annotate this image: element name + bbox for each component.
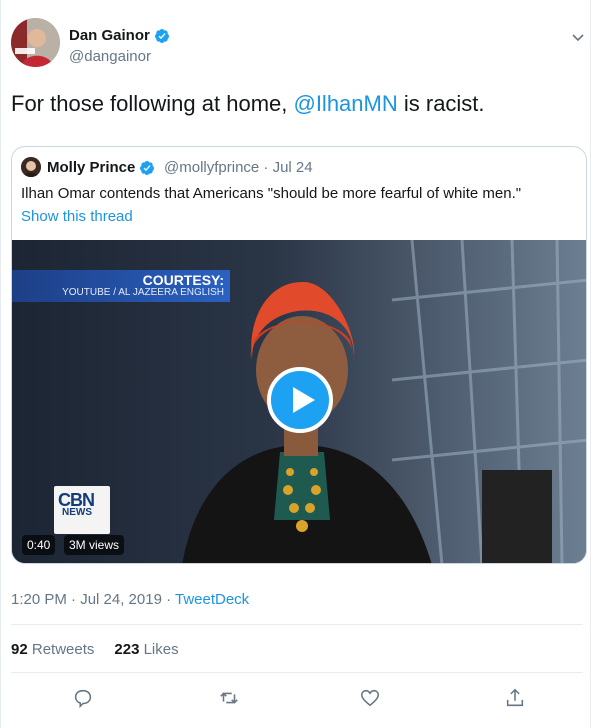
retweets-label: Retweets	[31, 641, 95, 658]
quoted-handle-date[interactable]: @mollyfprince · Jul 24	[164, 159, 313, 176]
verified-badge-icon	[154, 28, 169, 43]
video-player[interactable]: COURTESY: YOUTUBE / AL JAZEERA ENGLISH C…	[12, 240, 586, 563]
mention-link[interactable]: @IlhanMN	[293, 91, 397, 116]
tweet-text-before: For those following at home,	[11, 91, 294, 116]
retweets-stat[interactable]: 92 Retweets	[11, 641, 94, 658]
retweet-icon[interactable]	[218, 687, 240, 709]
author-handle[interactable]: @dangainor	[69, 48, 151, 65]
courtesy-title: COURTESY:	[142, 272, 224, 288]
author-avatar[interactable]	[11, 18, 60, 67]
verified-badge-icon	[140, 160, 155, 175]
share-icon[interactable]	[504, 687, 526, 709]
engagement-stats: 92 Retweets 223 Likes	[11, 641, 179, 658]
quoted-author-name[interactable]: Molly Prince	[47, 159, 155, 176]
courtesy-subtitle: YOUTUBE / AL JAZEERA ENGLISH	[62, 287, 224, 298]
caret-down-icon[interactable]	[571, 30, 585, 44]
source-link[interactable]: TweetDeck	[175, 591, 249, 608]
quoted-text: Ilhan Omar contends that Americans "shou…	[21, 185, 522, 202]
quoted-author-name-text[interactable]: Molly Prince	[47, 159, 135, 176]
video-views: 3M views	[64, 535, 125, 555]
tweet-text: For those following at home, @IlhanMN is…	[11, 90, 485, 118]
like-icon[interactable]	[359, 687, 381, 709]
courtesy-banner: COURTESY: YOUTUBE / AL JAZEERA ENGLISH	[12, 270, 230, 302]
play-button[interactable]	[267, 367, 333, 433]
author-name[interactable]: Dan Gainor	[69, 27, 170, 44]
time-date-text[interactable]: 1:20 PM · Jul 24, 2019 ·	[11, 591, 175, 608]
retweets-count: 92	[11, 641, 28, 658]
show-thread-link[interactable]: Show this thread	[21, 208, 133, 225]
likes-count: 223	[114, 641, 140, 658]
author-name-text[interactable]: Dan Gainor	[69, 27, 150, 44]
tweet-timestamp: 1:20 PM · Jul 24, 2019 · TweetDeck	[11, 591, 249, 608]
divider-top	[11, 624, 583, 625]
video-duration: 0:40	[22, 535, 56, 555]
likes-label: Likes	[143, 641, 179, 658]
cbn-logo-sub: NEWS	[62, 507, 92, 518]
divider-bottom	[11, 672, 583, 673]
likes-stat[interactable]: 223 Likes	[114, 641, 178, 658]
cbn-news-logo: CBN NEWS	[54, 486, 110, 534]
quoted-tweet[interactable]: Molly Prince @mollyfprince · Jul 24 Ilha…	[11, 146, 587, 564]
quoted-author-avatar[interactable]	[21, 157, 41, 177]
tweet-card: Dan Gainor @dangainor For those followin…	[0, 0, 591, 728]
play-icon	[293, 387, 315, 413]
reply-icon[interactable]	[72, 687, 94, 709]
tweet-text-after: is racist.	[397, 91, 485, 116]
